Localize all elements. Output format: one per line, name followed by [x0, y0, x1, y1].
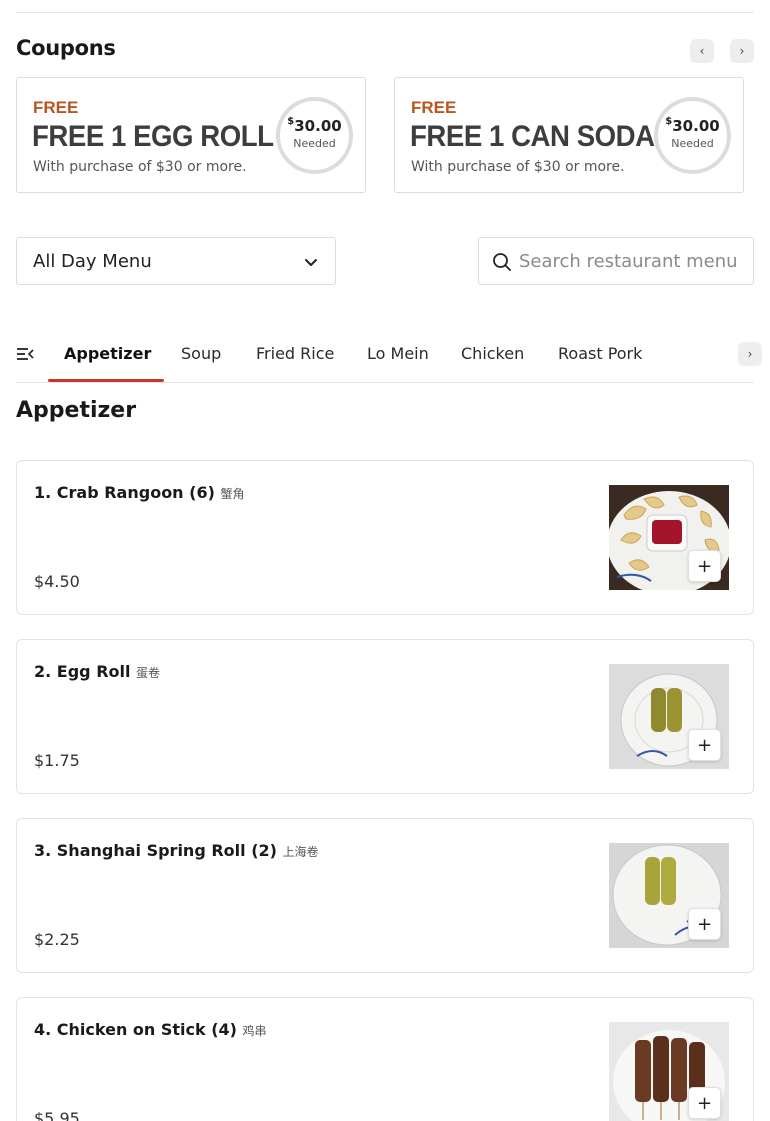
coupon-description: With purchase of $30 or more. [33, 159, 247, 175]
chevron-down-icon [305, 259, 317, 266]
add-to-cart-button[interactable]: + [688, 908, 721, 940]
coupon-tag: FREE [411, 98, 457, 117]
coupon-tag: FREE [33, 98, 79, 117]
add-to-cart-button[interactable]: + [688, 729, 721, 761]
coupon-card[interactable]: FREE FREE 1 CAN SODA With purchase of $3… [394, 77, 744, 193]
add-to-cart-button[interactable]: + [688, 1087, 721, 1119]
search-input[interactable] [519, 238, 751, 284]
coupons-next-button[interactable]: › [730, 39, 754, 63]
menu-item-name: 4. Chicken on Stick (4) 鸡串 [34, 1020, 267, 1039]
menu-item-card[interactable]: 3. Shanghai Spring Roll (2) 上海卷 $2.25 + [16, 818, 754, 973]
chevron-right-icon: › [739, 44, 745, 58]
coupon-card[interactable]: FREE FREE 1 EGG ROLL With purchase of $3… [16, 77, 366, 193]
coupon-description: With purchase of $30 or more. [411, 159, 625, 175]
coupon-threshold-ring: $30.00 Needed [276, 97, 353, 174]
menu-item-card[interactable]: 4. Chicken on Stick (4) 鸡串 $5.95 + [16, 997, 754, 1121]
menu-select-value: All Day Menu [33, 250, 152, 272]
chevron-left-icon: ‹ [699, 44, 705, 58]
coupon-threshold-amount: $30.00 [287, 116, 342, 135]
add-to-cart-button[interactable]: + [688, 550, 721, 582]
tab-lo-mein[interactable]: Lo Mein [367, 344, 429, 363]
active-tab-indicator [48, 379, 164, 382]
section-title: Appetizer [16, 398, 137, 423]
menu-select-dropdown[interactable]: All Day Menu [16, 237, 336, 285]
menu-item-card[interactable]: 2. Egg Roll 蛋卷 $1.75 + [16, 639, 754, 794]
categories-next-button[interactable]: › [738, 342, 762, 366]
search-icon [493, 253, 511, 271]
tab-chicken[interactable]: Chicken [461, 344, 524, 363]
coupon-threshold-amount: $30.00 [665, 116, 720, 135]
category-tab-bar: Appetizer Soup Fried Rice Lo Mein Chicke… [16, 330, 762, 383]
coupon-name: FREE 1 CAN SODA [410, 120, 655, 153]
coupons-prev-button[interactable]: ‹ [690, 39, 714, 63]
top-divider [16, 12, 754, 13]
menu-item-name: 1. Crab Rangoon (6) 蟹角 [34, 483, 245, 502]
tab-roast-pork[interactable]: Roast Pork [558, 344, 642, 363]
menu-item-name: 2. Egg Roll 蛋卷 [34, 662, 161, 681]
menu-item-price: $5.95 [34, 1109, 80, 1121]
coupon-name: FREE 1 EGG ROLL [32, 120, 274, 153]
coupon-threshold-ring: $30.00 Needed [654, 97, 731, 174]
tab-appetizer[interactable]: Appetizer [64, 344, 151, 363]
menu-item-name: 3. Shanghai Spring Roll (2) 上海卷 [34, 841, 319, 860]
menu-item-price: $1.75 [34, 751, 80, 770]
coupons-heading: Coupons [16, 36, 116, 60]
menu-item-price: $2.25 [34, 930, 80, 949]
coupon-needed-label: Needed [671, 137, 714, 150]
tab-fried-rice[interactable]: Fried Rice [256, 344, 334, 363]
coupon-needed-label: Needed [293, 137, 336, 150]
category-list-icon[interactable] [16, 346, 34, 362]
menu-item-card[interactable]: 1. Crab Rangoon (6) 蟹角 $4.50 + [16, 460, 754, 615]
chevron-right-icon: › [747, 347, 753, 361]
tab-soup[interactable]: Soup [181, 344, 221, 363]
menu-item-price: $4.50 [34, 572, 80, 591]
search-box[interactable] [478, 237, 754, 285]
